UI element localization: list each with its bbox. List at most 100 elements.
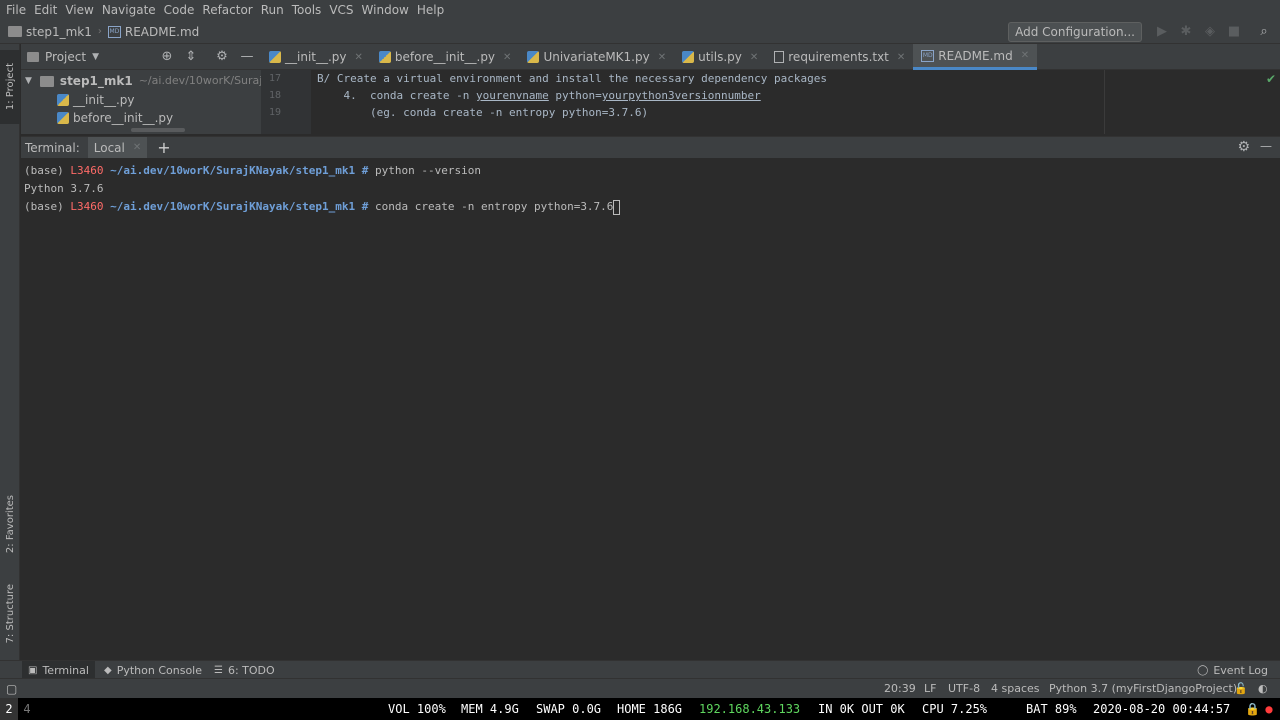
prompt-base: (base): [24, 164, 71, 177]
menu-code[interactable]: Code: [162, 0, 201, 20]
python-interpreter[interactable]: Python 3.7 (myFirstDjangoProject): [1049, 679, 1237, 699]
add-configuration-button[interactable]: Add Configuration...: [1008, 22, 1142, 42]
locate-icon[interactable]: ⊕: [159, 49, 175, 65]
folder-icon: [8, 26, 22, 37]
tab-before-init-py[interactable]: before__init__.py ✕: [371, 44, 520, 70]
breadcrumb-project[interactable]: step1_mk1: [8, 25, 92, 39]
toggle-tool-windows-icon[interactable]: ▢: [6, 679, 17, 699]
tab-label: README.md: [938, 48, 1013, 63]
network-status: IN 0K OUT 0K: [818, 702, 905, 716]
tab-label: before__init__.py: [394, 50, 496, 64]
hide-icon[interactable]: —: [239, 49, 255, 65]
close-icon[interactable]: ✕: [750, 52, 758, 63]
terminal-tool-tab[interactable]: ▣ Terminal: [22, 661, 95, 679]
cpu-status: CPU 7.25%: [922, 702, 988, 716]
expand-arrow-icon[interactable]: ▼: [25, 72, 32, 90]
record-icon: ●: [1265, 702, 1273, 716]
todo-list-icon: ☰: [214, 664, 223, 676]
menu-refactor[interactable]: Refactor: [200, 0, 258, 20]
menu-navigate[interactable]: Navigate: [100, 0, 162, 20]
line-separator[interactable]: LF: [924, 679, 936, 699]
menu-window[interactable]: Window: [360, 0, 415, 20]
prompt-path: ~/ai.dev/10worK/SurajKNayak/step1_mk1 #: [103, 164, 369, 177]
menu-file[interactable]: File: [4, 0, 32, 20]
stop-icon[interactable]: ■: [1226, 24, 1242, 40]
close-icon[interactable]: ✕: [658, 52, 666, 63]
close-icon[interactable]: ✕: [1021, 50, 1029, 61]
terminal-header: Terminal: Local ✕ + ⚙ —: [21, 136, 1280, 159]
navigation-bar: step1_mk1 › MD README.md Add Configurati…: [0, 20, 1280, 44]
file-encoding[interactable]: UTF-8: [948, 679, 980, 699]
gear-icon[interactable]: ⚙: [1237, 139, 1250, 155]
status-bar: ▢ 20:39 LF UTF-8 4 spaces Python 3.7 (my…: [0, 678, 1280, 698]
swap-status: SWAP 0.0G: [536, 702, 602, 716]
project-panel-title[interactable]: Project: [45, 50, 86, 64]
markdown-file-icon: MD: [107, 25, 121, 38]
hide-icon[interactable]: —: [1260, 139, 1272, 153]
structure-tool-tab[interactable]: 7: Structure: [0, 574, 20, 654]
new-session-plus-icon[interactable]: +: [157, 138, 170, 157]
menu-tools[interactable]: Tools: [290, 0, 328, 20]
structure-tool-tab-label: 7: Structure: [4, 584, 16, 644]
collapse-all-icon[interactable]: ⇕: [183, 49, 199, 65]
menu-run[interactable]: Run: [259, 0, 290, 20]
gear-icon[interactable]: ⚙: [214, 49, 230, 65]
event-log-tool-tab[interactable]: ◯ Event Log: [1197, 661, 1268, 679]
menu-vcs[interactable]: VCS: [327, 0, 359, 20]
prompt-host: L3460: [70, 164, 104, 177]
terminal-line: Python 3.7.6: [24, 180, 103, 197]
battery-status: BAT 89%: [1026, 702, 1077, 716]
caret-position[interactable]: 20:39: [884, 679, 916, 699]
favorites-tool-tab[interactable]: 2: Favorites: [0, 484, 20, 564]
lock-icon[interactable]: 🔓: [1234, 679, 1248, 699]
tab-init-py[interactable]: __init__.py ✕: [261, 44, 371, 70]
tree-item-label: before__init__.py: [73, 111, 174, 125]
workspace-4[interactable]: 4: [18, 698, 36, 720]
todo-tool-tab[interactable]: ☰ 6: TODO: [214, 661, 275, 679]
breadcrumb-project-label: step1_mk1: [26, 24, 92, 39]
run-icon[interactable]: ▶: [1154, 24, 1170, 40]
left-tool-strip: 1: Project 2: Favorites 7: Structure: [0, 44, 20, 678]
line-number: 19: [268, 107, 281, 118]
search-everywhere-icon[interactable]: ⌕: [1256, 24, 1272, 40]
close-icon[interactable]: ✕: [897, 52, 905, 63]
horizontal-scrollbar[interactable]: [131, 128, 185, 132]
python-console-tool-tab[interactable]: ◆ Python Console: [104, 661, 202, 679]
close-icon[interactable]: ✕: [503, 52, 511, 63]
tab-label: UnivariateMK1.py: [543, 50, 650, 64]
event-log-tool-tab-label: Event Log: [1213, 663, 1268, 677]
terminal-icon: ▣: [28, 664, 38, 676]
tab-requirements-txt[interactable]: requirements.txt ✕: [766, 44, 913, 70]
menu-help[interactable]: Help: [415, 0, 450, 20]
debug-icon[interactable]: ✱: [1178, 24, 1194, 40]
tree-item[interactable]: before__init__.py: [57, 109, 173, 127]
indent-setting[interactable]: 4 spaces: [991, 679, 1040, 699]
memory-status: MEM 4.9G: [461, 702, 519, 716]
python-file-icon: [682, 51, 695, 63]
coverage-icon[interactable]: ◈: [1202, 24, 1218, 40]
project-tool-tab[interactable]: 1: Project: [0, 50, 20, 124]
code-editor[interactable]: 17 18 19 B/ Create a virtual environment…: [261, 70, 1280, 134]
chevron-down-icon[interactable]: ▼: [92, 52, 99, 62]
workspace-2[interactable]: 2: [0, 698, 18, 720]
prompt-path: ~/ai.dev/10worK/SurajKNayak/step1_mk1 #: [103, 200, 369, 213]
tab-utils-py[interactable]: utils.py ✕: [674, 44, 766, 70]
project-tool-tab-label: 1: Project: [4, 63, 16, 111]
breadcrumb-file[interactable]: MD README.md: [107, 25, 199, 39]
terminal-output[interactable]: (base) L3460 ~/ai.dev/10worK/SurajKNayak…: [21, 158, 1280, 660]
tree-item[interactable]: __init__.py: [57, 91, 135, 109]
memory-indicator-icon[interactable]: ◐: [1258, 679, 1268, 699]
tab-label: requirements.txt: [788, 50, 889, 64]
menu-edit[interactable]: Edit: [32, 0, 63, 20]
python-file-icon: [527, 51, 540, 63]
close-icon[interactable]: ✕: [133, 142, 141, 153]
terminal-tab-local[interactable]: Local ✕: [87, 136, 148, 159]
menu-view[interactable]: View: [63, 0, 99, 20]
tab-readme-md[interactable]: MD README.md ✕: [913, 44, 1038, 70]
line-number: 18: [268, 90, 281, 101]
inspection-ok-icon[interactable]: ✔: [1266, 72, 1276, 86]
close-icon[interactable]: ✕: [355, 52, 363, 63]
tab-univariatemk1-py[interactable]: UnivariateMK1.py ✕: [519, 44, 674, 70]
python-file-icon: [378, 51, 391, 63]
python-file-icon: [269, 51, 281, 63]
